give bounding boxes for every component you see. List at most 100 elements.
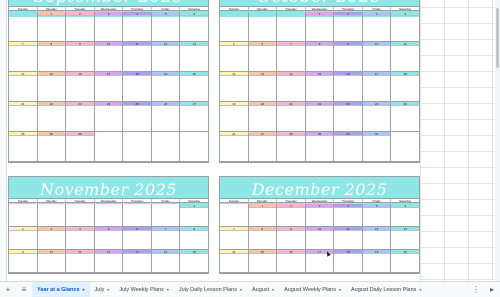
day-cell[interactable]: 14 <box>220 250 249 273</box>
sheet-tab[interactable]: July Weekly Plans ▾ <box>114 282 174 297</box>
day-cell[interactable] <box>9 12 38 42</box>
day-cell[interactable]: 16 <box>277 250 306 273</box>
row-header[interactable] <box>0 0 7 281</box>
day-cell[interactable]: 13 <box>123 250 152 273</box>
day-cell[interactable]: 20 <box>248 102 278 132</box>
day-cell[interactable]: 24 <box>94 102 124 132</box>
vertical-scrollbar[interactable] <box>495 0 500 281</box>
day-cell[interactable] <box>66 204 95 227</box>
day-cell[interactable]: 20 <box>180 72 208 102</box>
day-cell[interactable]: 11 <box>391 42 419 72</box>
day-cell[interactable]: 26 <box>220 132 249 162</box>
day-cell[interactable]: 25 <box>123 102 152 132</box>
day-cell[interactable] <box>391 132 419 162</box>
day-cell[interactable]: 21 <box>9 102 38 132</box>
chevron-down-icon[interactable]: ▾ <box>107 287 109 292</box>
day-cell[interactable]: 2 <box>334 12 363 42</box>
day-cell[interactable]: 12 <box>362 227 392 250</box>
empty-columns-area[interactable] <box>420 0 500 281</box>
day-cell[interactable] <box>123 132 152 162</box>
day-cell[interactable]: 5 <box>94 227 124 250</box>
day-cell[interactable]: 13 <box>248 72 278 102</box>
day-cell[interactable] <box>151 204 181 227</box>
day-cell[interactable]: 4 <box>123 12 152 42</box>
day-cell[interactable]: 9 <box>9 250 38 273</box>
day-cell[interactable]: 3 <box>94 12 124 42</box>
day-cell[interactable]: 2 <box>66 12 95 42</box>
day-cell[interactable]: 8 <box>37 42 67 72</box>
day-cell[interactable]: 25 <box>391 102 419 132</box>
day-cell[interactable]: 9 <box>66 42 95 72</box>
day-cell[interactable]: 10 <box>94 42 124 72</box>
day-cell[interactable]: 22 <box>305 102 335 132</box>
day-cell[interactable]: 27 <box>248 132 278 162</box>
day-cell[interactable] <box>277 12 306 42</box>
day-cell[interactable]: 7 <box>220 227 249 250</box>
day-cell[interactable]: 9 <box>277 227 306 250</box>
day-cell[interactable]: 3 <box>37 227 67 250</box>
day-cell[interactable]: 1 <box>248 204 278 227</box>
day-cell[interactable]: 28 <box>277 132 306 162</box>
day-cell[interactable] <box>220 204 249 227</box>
day-cell[interactable]: 1 <box>305 12 335 42</box>
day-cell[interactable]: 12 <box>151 42 181 72</box>
day-cell[interactable]: 28 <box>9 132 38 162</box>
day-cell[interactable]: 15 <box>180 250 208 273</box>
day-cell[interactable]: 4 <box>66 227 95 250</box>
day-cell[interactable]: 31 <box>362 132 392 162</box>
day-cell[interactable]: 13 <box>180 42 208 72</box>
chevron-down-icon[interactable]: ▾ <box>167 287 169 292</box>
day-cell[interactable]: 2 <box>9 227 38 250</box>
scrollbar-thumb[interactable] <box>496 8 499 68</box>
day-cell[interactable]: 29 <box>37 132 67 162</box>
day-cell[interactable]: 8 <box>305 42 335 72</box>
day-cell[interactable]: 9 <box>334 42 363 72</box>
day-cell[interactable]: 18 <box>391 72 419 102</box>
add-sheet-button[interactable]: + <box>0 282 16 297</box>
day-cell[interactable]: 22 <box>37 102 67 132</box>
day-cell[interactable]: 27 <box>180 102 208 132</box>
day-cell[interactable]: 21 <box>277 102 306 132</box>
day-cell[interactable]: 12 <box>220 72 249 102</box>
day-cell[interactable]: 4 <box>391 12 419 42</box>
day-cell[interactable]: 14 <box>151 250 181 273</box>
day-cell[interactable]: 29 <box>305 132 335 162</box>
day-cell[interactable]: 3 <box>362 12 392 42</box>
day-cell[interactable] <box>248 12 278 42</box>
day-cell[interactable]: 20 <box>391 250 419 273</box>
day-cell[interactable]: 23 <box>66 102 95 132</box>
day-cell[interactable]: 11 <box>66 250 95 273</box>
day-cell[interactable]: 16 <box>66 72 95 102</box>
day-cell[interactable]: 7 <box>151 227 181 250</box>
day-cell[interactable]: 15 <box>37 72 67 102</box>
sheet-tab[interactable]: August Daily Lesson Plans ▾ <box>346 282 426 297</box>
day-cell[interactable]: 11 <box>334 227 363 250</box>
day-cell[interactable]: 2 <box>277 204 306 227</box>
day-cell[interactable]: 15 <box>305 72 335 102</box>
day-cell[interactable]: 7 <box>9 42 38 72</box>
scroll-tabs-right-button[interactable]: ▸ <box>484 282 500 297</box>
day-cell[interactable]: 16 <box>334 72 363 102</box>
all-sheets-button[interactable]: ≡ <box>16 282 32 297</box>
chevron-down-icon[interactable]: ▾ <box>419 287 421 292</box>
day-cell[interactable] <box>94 204 124 227</box>
sheet-tab[interactable]: Year at a Glance ▾ <box>32 281 90 297</box>
day-cell[interactable]: 4 <box>334 204 363 227</box>
day-cell[interactable]: 3 <box>305 204 335 227</box>
day-cell[interactable]: 6 <box>180 12 208 42</box>
chevron-down-icon[interactable]: ▾ <box>240 287 242 292</box>
day-cell[interactable]: 5 <box>362 204 392 227</box>
day-cell[interactable]: 10 <box>305 227 335 250</box>
day-cell[interactable] <box>220 12 249 42</box>
day-cell[interactable]: 19 <box>151 72 181 102</box>
day-cell[interactable]: 15 <box>248 250 278 273</box>
day-cell[interactable]: 6 <box>248 42 278 72</box>
chevron-down-icon[interactable]: ▾ <box>83 287 85 292</box>
chevron-down-icon[interactable]: ▾ <box>272 287 274 292</box>
day-cell[interactable]: 1 <box>37 12 67 42</box>
day-cell[interactable] <box>94 132 124 162</box>
day-cell[interactable]: 11 <box>123 42 152 72</box>
day-cell[interactable]: 10 <box>37 250 67 273</box>
spreadsheet-grid[interactable]: September 2025SundayMondayTuesdayWednesd… <box>0 0 500 281</box>
day-cell[interactable]: 14 <box>277 72 306 102</box>
